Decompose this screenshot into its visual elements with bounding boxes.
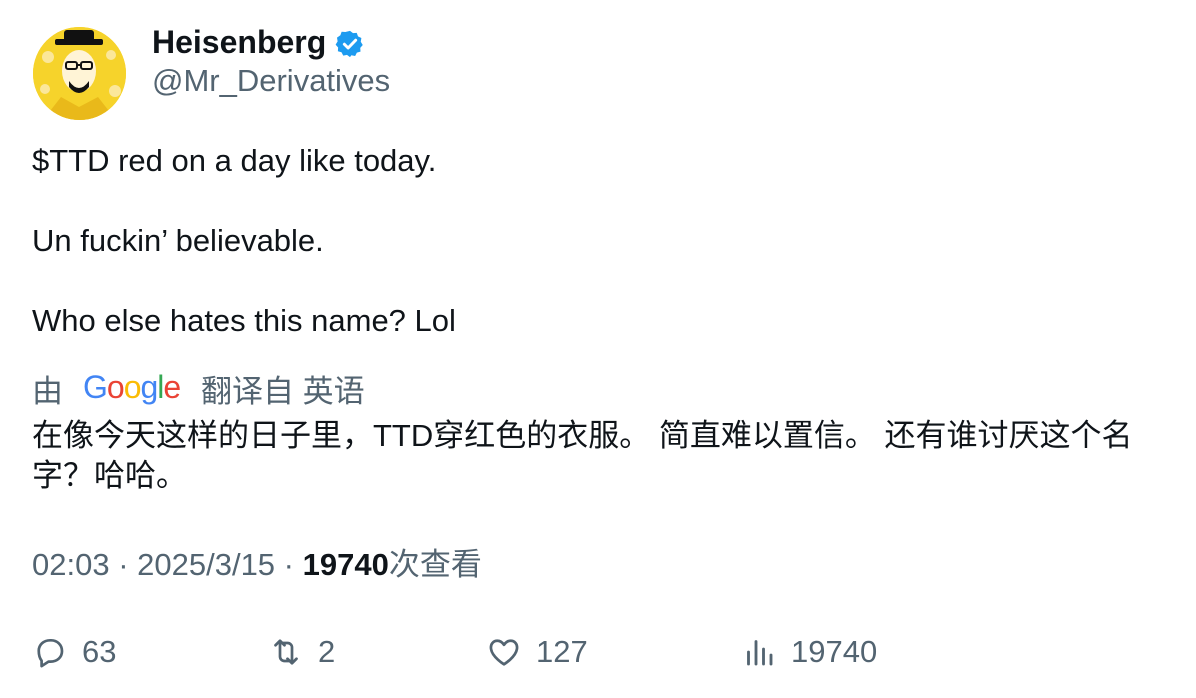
tweet-text: $TTD red on a day like today. Un fuckin’… bbox=[32, 141, 456, 341]
tweet-date[interactable]: 2025/3/15 bbox=[137, 547, 275, 582]
translation-prefix: 由 bbox=[32, 373, 63, 409]
verified-badge-icon[interactable] bbox=[335, 29, 365, 59]
meta-separator: · bbox=[109, 547, 138, 582]
retweet-count: 2 bbox=[318, 634, 336, 669]
retweet-icon bbox=[274, 639, 298, 665]
views-label: 次查看 bbox=[388, 547, 482, 582]
tweet-line: $TTD red on a day like today. bbox=[32, 143, 437, 178]
translation-suffix: 翻译自 英语 bbox=[201, 373, 365, 409]
translated-text: 在像今天这样的日子里，TTD穿红色的衣服。 简直难以置信。 还有谁讨厌这个名字？… bbox=[32, 418, 1133, 493]
views-button[interactable]: 19740 bbox=[741, 630, 877, 674]
tweet-meta: 02:03 · 2025/3/15 · 19740次查看 bbox=[32, 545, 482, 585]
tweet-line: Un fuckin’ believable. bbox=[32, 223, 324, 258]
heart-icon bbox=[489, 639, 519, 666]
analytics-icon bbox=[747, 640, 773, 666]
translation-attribution: 由 Google 翻译自 英语 bbox=[32, 366, 365, 410]
svg-text:Google: Google bbox=[83, 370, 180, 405]
google-logo: Google bbox=[83, 370, 181, 406]
like-count: 127 bbox=[536, 634, 588, 669]
reply-count: 63 bbox=[82, 634, 117, 669]
avatar[interactable] bbox=[33, 27, 126, 120]
meta-separator: · bbox=[275, 547, 303, 582]
avatar-image bbox=[33, 27, 126, 120]
like-button[interactable]: 127 bbox=[486, 630, 588, 674]
retweet-button[interactable]: 2 bbox=[268, 630, 335, 674]
tweet-time[interactable]: 02:03 bbox=[32, 547, 110, 582]
tweet-line: Who else hates this name? Lol bbox=[32, 303, 456, 338]
reply-button[interactable]: 63 bbox=[32, 630, 116, 674]
user-handle[interactable]: @Mr_Derivatives bbox=[152, 62, 390, 100]
display-name[interactable]: Heisenberg bbox=[152, 22, 326, 62]
reply-icon bbox=[37, 638, 64, 668]
views-action-count: 19740 bbox=[791, 634, 878, 669]
views-count: 19740 bbox=[302, 547, 389, 582]
